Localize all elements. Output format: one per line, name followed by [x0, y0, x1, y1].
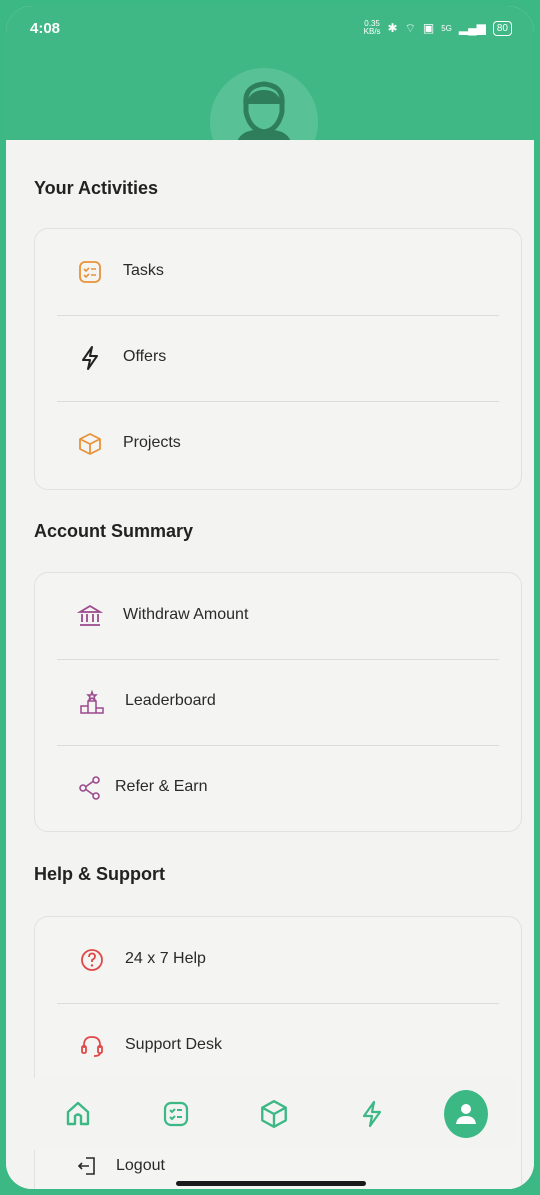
activities-card: Tasks Offers Projects: [34, 228, 522, 490]
account-card: Withdraw Amount Leaderboard Refer & Earn: [34, 572, 522, 832]
checklist-icon: [79, 261, 101, 283]
share-icon: [79, 776, 100, 800]
box-icon: [261, 1100, 287, 1128]
headset-icon: [81, 1036, 103, 1057]
podium-icon: [80, 689, 104, 714]
box-icon: [79, 433, 101, 455]
menu-item-label: Projects: [123, 434, 181, 451]
home-indicator: [176, 1181, 366, 1186]
menu-item-refer[interactable]: Refer & Earn: [35, 745, 521, 831]
logout-button[interactable]: Logout: [76, 1154, 165, 1178]
status-time: 4:08: [30, 20, 61, 37]
battery-icon: 80: [492, 20, 512, 36]
network-label: 5G: [441, 23, 452, 33]
menu-item-help[interactable]: 24 x 7 Help: [35, 917, 521, 1003]
menu-item-withdraw[interactable]: Withdraw Amount: [35, 573, 521, 659]
menu-item-label: Withdraw Amount: [123, 606, 249, 623]
home-icon: [66, 1101, 90, 1126]
status-bar: 4:08 0.35 KB/s ✱ ⌔ ▣ 5G ▂▄▆ 80: [6, 6, 534, 50]
menu-item-label: Support Desk: [125, 1036, 222, 1053]
menu-item-leaderboard[interactable]: Leaderboard: [35, 659, 521, 745]
logout-label: Logout: [116, 1157, 165, 1174]
lightning-icon: [82, 346, 98, 370]
menu-item-label: 24 x 7 Help: [125, 950, 206, 967]
status-icons: 0.35 KB/s ✱ ⌔ ▣ 5G ▂▄▆ 80: [364, 20, 512, 36]
menu-item-label: Tasks: [123, 262, 164, 279]
signal-icon: ▂▄▆: [458, 21, 486, 35]
nav-profile-active: [444, 1090, 488, 1138]
menu-item-label: Leaderboard: [125, 692, 216, 709]
question-icon: [81, 949, 103, 971]
profile-header: 4:08 0.35 KB/s ✱ ⌔ ▣ 5G ▂▄▆ 80: [6, 6, 534, 176]
bluetooth-icon: ✱: [387, 21, 398, 35]
menu-item-tasks[interactable]: Tasks: [35, 229, 521, 315]
nav-tasks[interactable]: [154, 1092, 198, 1136]
menu-item-label: Refer & Earn: [115, 778, 208, 795]
menu-item-offers[interactable]: Offers: [35, 315, 521, 401]
menu-item-support[interactable]: Support Desk: [35, 1003, 521, 1089]
nav-profile[interactable]: [444, 1090, 488, 1138]
lightning-icon: [362, 1100, 382, 1128]
checklist-icon: [163, 1101, 189, 1127]
section-title-activities: Your Activities: [34, 178, 159, 198]
section-title-account: Account Summary: [34, 521, 194, 541]
nav-offers[interactable]: [350, 1092, 394, 1136]
app-screen: 4:08 0.35 KB/s ✱ ⌔ ▣ 5G ▂▄▆ 80 Your Acti…: [6, 6, 534, 1189]
bottom-navigation: [30, 1078, 514, 1150]
profile-icon: [456, 1104, 476, 1124]
menu-content: Your Activities Tasks Offers Projects Ac…: [6, 140, 534, 1189]
avatar[interactable]: [210, 68, 318, 176]
section-title-help: Help & Support: [34, 864, 165, 884]
sim-icon: ▣: [422, 21, 435, 35]
wifi-icon: ⌔: [404, 20, 416, 35]
bank-icon: [77, 604, 103, 626]
user-avatar-icon: [236, 81, 292, 146]
menu-item-label: Offers: [123, 348, 167, 365]
nav-home[interactable]: [56, 1092, 100, 1136]
nav-projects[interactable]: [252, 1092, 296, 1136]
menu-item-projects[interactable]: Projects: [35, 401, 521, 487]
logout-icon: [77, 1157, 95, 1175]
network-speed: 0.35 KB/s: [363, 19, 381, 36]
